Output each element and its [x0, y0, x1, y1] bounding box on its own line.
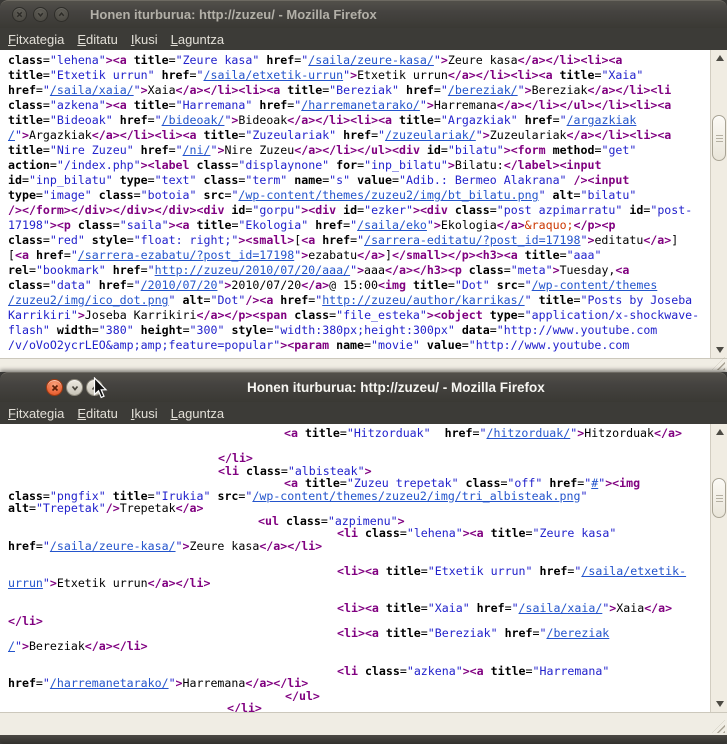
scroll-down-button[interactable]: [711, 696, 727, 712]
code-line: class="lehena"><a title="Zeure kasa" hre…: [8, 53, 710, 68]
firefox-source-window-top: Honen iturburua: http://zuzeu/ - Mozilla…: [0, 0, 727, 372]
code-line: [<a href="/sarrera-ezabatu/?post_id=1719…: [8, 248, 710, 263]
source-view-bottom[interactable]: <a title="Hitzorduak" href="/hitzorduak/…: [0, 424, 727, 712]
maximize-button[interactable]: [54, 7, 69, 22]
close-button[interactable]: [12, 7, 27, 22]
titlebar-bottom[interactable]: Honen iturburua: http://zuzeu/ - Mozilla…: [0, 372, 727, 402]
code-line: <a title="Hitzorduak" href="/hitzorduak/…: [8, 427, 710, 440]
window-title: Honen iturburua: http://zuzeu/ - Mozilla…: [247, 380, 545, 395]
source-code-bottom: <a title="Hitzorduak" href="/hitzorduak/…: [0, 424, 710, 712]
arrow-down-icon: [716, 347, 724, 353]
code-line: /v/oVoO2ycrLEO&amp;amp;feature=popular">…: [8, 338, 710, 353]
arrow-up-icon: [716, 429, 724, 435]
code-line: id="inp_bilatu" type="text" class="term"…: [8, 173, 710, 188]
menu-item-ikusi[interactable]: Ikusi: [131, 406, 158, 421]
menubar-bottom: Fitxategia Editatu Ikusi Laguntza: [0, 402, 727, 424]
code-line: /zuzeu2/img/ico_dot.png" alt="Dot"/><a h…: [8, 293, 710, 308]
resize-grip[interactable]: [712, 357, 725, 370]
chevron-up-icon: [57, 10, 66, 19]
firefox-source-window-bottom: Honen iturburua: http://zuzeu/ - Mozilla…: [0, 372, 727, 735]
menubar-top: Fitxategia Editatu Ikusi Laguntza: [0, 28, 727, 50]
code-line: href="/harremanetarako/">Harremana</a></…: [8, 677, 710, 690]
code-line: </ul>: [8, 690, 710, 703]
source-code-top: class="lehena"><a title="Zeure kasa" hre…: [0, 50, 710, 358]
window-title: Honen iturburua: http://zuzeu/ - Mozilla…: [90, 7, 377, 22]
titlebar-top[interactable]: Honen iturburua: http://zuzeu/ - Mozilla…: [0, 0, 727, 28]
code-line: Karrikiri">Joseba Karrikiri</a></p><span…: [8, 308, 710, 323]
menu-item-editatu[interactable]: Editatu: [77, 406, 117, 421]
code-line: title="Bideoak" href="/bideoak/">Bideoak…: [8, 113, 710, 128]
resize-grip[interactable]: [712, 720, 725, 733]
scroll-up-button[interactable]: [711, 424, 727, 440]
code-line: <li><a title="Xaia" href="/saila/xaia/">…: [8, 602, 710, 615]
code-line: class="azkena"><a title="Harremana" href…: [8, 98, 710, 113]
close-icon: [15, 10, 24, 19]
close-icon: [50, 383, 60, 393]
statusbar-bottom: [0, 712, 727, 735]
menu-item-ikusi[interactable]: Ikusi: [131, 32, 158, 47]
code-line: title="Etxetik urrun" href="/saila/etxet…: [8, 68, 710, 83]
code-line: /">Argazkiak</a></li><li><a title="Zuzeu…: [8, 128, 710, 143]
code-line: action="/index.php"><label class="displa…: [8, 158, 710, 173]
code-line: title="Nire Zuzeu" href="/ni/">Nire Zuze…: [8, 143, 710, 158]
scrollbar-thumb[interactable]: [712, 115, 726, 161]
code-line: 17198"><p class="saila"><a title="Ekolog…: [8, 218, 710, 233]
minimize-button[interactable]: [33, 7, 48, 22]
close-button[interactable]: [46, 379, 63, 396]
code-line: urrun">Etxetik urrun</a></li>: [8, 577, 710, 590]
source-view-top[interactable]: class="lehena"><a title="Zeure kasa" hre…: [0, 50, 727, 358]
code-line: rel="bookmark" href="http://zuzeu/2010/0…: [8, 263, 710, 278]
code-line: [8, 440, 710, 453]
code-line: flash" width="380" height="300" style="w…: [8, 323, 710, 338]
scrollbar-thumb[interactable]: [712, 478, 726, 518]
code-line: </li>: [8, 702, 710, 712]
mouse-cursor: [93, 377, 108, 400]
menu-item-laguntza[interactable]: Laguntza: [171, 32, 225, 47]
scroll-down-button[interactable]: [711, 342, 727, 358]
scroll-up-button[interactable]: [711, 50, 727, 66]
statusbar-top: [0, 358, 727, 372]
arrow-up-icon: [716, 55, 724, 61]
window-controls-top: [12, 7, 69, 22]
scrollbar-bottom[interactable]: [710, 424, 727, 712]
window-bottom-edge: [0, 735, 727, 744]
code-line: class="data" href="/2010/07/20">2010/07/…: [8, 278, 710, 293]
menu-item-laguntza[interactable]: Laguntza: [171, 406, 225, 421]
chevron-down-icon: [70, 383, 80, 393]
code-line: class="red" style="float: right;"><small…: [8, 233, 710, 248]
code-line: /">Bereziak</a></li>: [8, 640, 710, 653]
arrow-down-icon: [716, 701, 724, 707]
menu-item-fitxategia[interactable]: Fitxategia: [8, 406, 64, 421]
code-line: href="/saila/zeure-kasa/">Zeure kasa</a>…: [8, 540, 710, 553]
scrollbar-top[interactable]: [710, 50, 727, 358]
menu-item-editatu[interactable]: Editatu: [77, 32, 117, 47]
chevron-down-icon: [36, 10, 45, 19]
minimize-button[interactable]: [66, 379, 83, 396]
menu-item-fitxategia[interactable]: Fitxategia: [8, 32, 64, 47]
code-line: href="/saila/xaia/">Xaia</a></li><li><a …: [8, 83, 710, 98]
code-line: /></form></div></div></div><div id="gorp…: [8, 203, 710, 218]
code-line: type="image" class="botoia" src="/wp-con…: [8, 188, 710, 203]
